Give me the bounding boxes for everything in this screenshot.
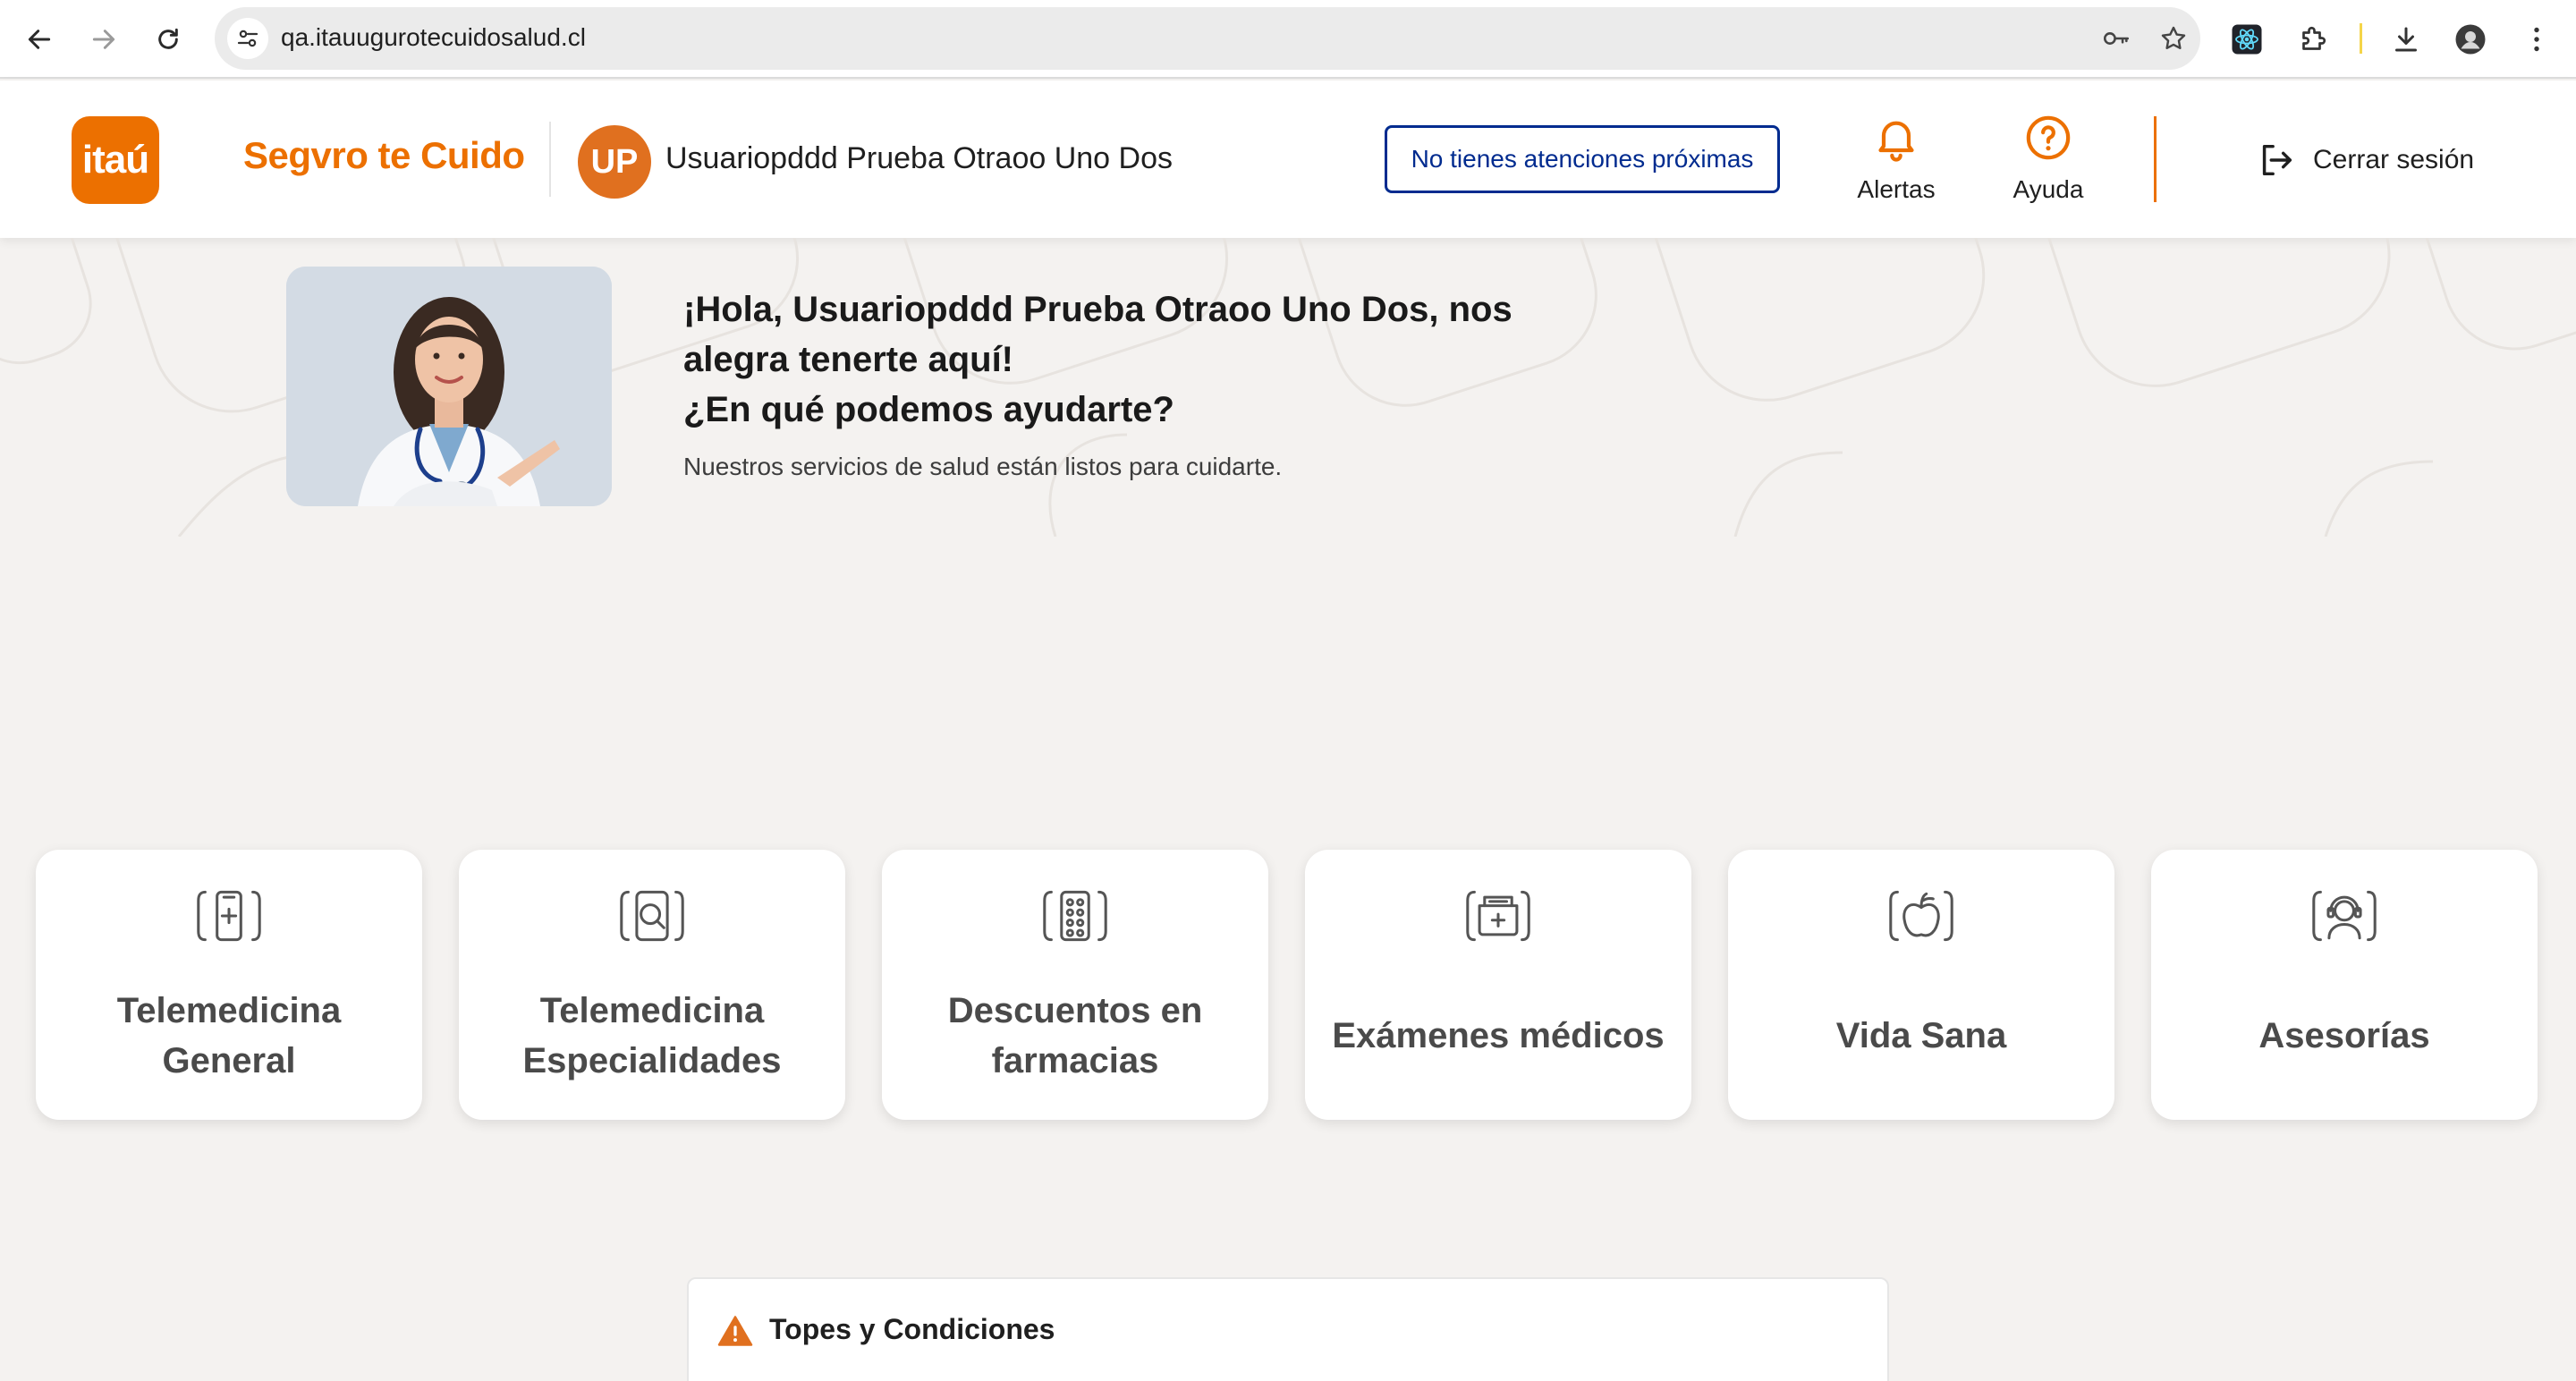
browser-menu-button[interactable]: [2515, 18, 2558, 61]
reload-button[interactable]: [143, 14, 193, 64]
service-label: Telemedicina General: [116, 991, 342, 1080]
service-card-descuentos-farmacias[interactable]: Descuentos en farmacias: [882, 850, 1268, 1120]
download-icon: [2395, 27, 2417, 52]
magnifier-medical-icon: [620, 890, 684, 942]
headset-advisor-icon: [2312, 890, 2377, 942]
profile-button[interactable]: [2449, 18, 2492, 61]
logout-icon: [2262, 144, 2292, 176]
hero-title-line: alegra tenerte aquí!: [683, 340, 1014, 379]
service-label: Asesorías: [2258, 1016, 2430, 1055]
bookmark-button[interactable]: [2156, 21, 2191, 56]
topes-title: Topes y Condiciones: [769, 1313, 1055, 1345]
service-label: Descuentos en farmacias: [947, 991, 1203, 1080]
back-arrow-icon: [28, 30, 51, 49]
service-card-examenes-medicos[interactable]: Exámenes médicos: [1305, 850, 1691, 1120]
doctor-image: [286, 267, 612, 506]
toolbar-separator: [2360, 23, 2362, 54]
appointments-button[interactable]: No tienes atenciones próximas: [1385, 125, 1780, 193]
apple-icon: [1889, 890, 1953, 942]
topes-condiciones-panel[interactable]: Topes y Condiciones: [687, 1277, 1889, 1381]
hero-title-line: ¿En qué podemos ayudarte?: [683, 390, 1174, 429]
itau-logo[interactable]: itaú: [72, 116, 159, 204]
logout-label: Cerrar sesión: [2313, 145, 2475, 174]
extensions-puzzle-icon: [2302, 26, 2326, 50]
react-devtools-button[interactable]: [2225, 18, 2268, 61]
header-orange-divider: [2154, 116, 2157, 202]
downloads-button[interactable]: [2385, 18, 2428, 61]
password-key-button[interactable]: [2098, 21, 2134, 56]
url-text[interactable]: qa.itauugurotecuidosalud.cl: [281, 23, 586, 52]
pills-icon: [1043, 890, 1107, 942]
help-label: Ayuda: [2012, 175, 2084, 203]
alerts-button[interactable]: Alertas: [1834, 113, 1959, 220]
service-label: Telemedicina Especialidades: [522, 991, 782, 1080]
hero-title-line: ¡Hola, Usuariopddd Prueba Otraoo Uno Dos…: [683, 290, 1513, 329]
avatar[interactable]: UP: [578, 125, 651, 199]
service-card-asesorias[interactable]: Asesorías: [2151, 850, 2538, 1120]
help-button[interactable]: Ayuda: [1986, 113, 2111, 220]
more-vertical-icon: [2534, 27, 2539, 52]
site-info-button[interactable]: [227, 18, 268, 59]
bell-icon: [1878, 121, 1914, 162]
service-card-vida-sana[interactable]: Vida Sana: [1728, 850, 2114, 1120]
help-circle-icon: [2026, 115, 2071, 160]
extensions-button[interactable]: [2292, 18, 2334, 61]
service-card-telemedicina-general[interactable]: Telemedicina General: [36, 850, 422, 1120]
forward-arrow-icon: [92, 30, 115, 49]
doctor-illustration: [286, 267, 612, 506]
address-bar[interactable]: qa.itauugurotecuidosalud.cl: [215, 7, 2200, 70]
star-icon: [2161, 26, 2186, 49]
phone-medical-icon: [197, 890, 261, 942]
alerts-label: Alertas: [1857, 175, 1936, 203]
browser-toolbar: qa.itauugurotecuidosalud.cl: [0, 0, 2576, 79]
back-button[interactable]: [14, 14, 64, 64]
react-devtools-icon: [2232, 24, 2262, 55]
service-label: Vida Sana: [1835, 1016, 2007, 1055]
reload-icon: [158, 28, 178, 49]
site-header: itaú Segvro te Cuido UP Usuariopddd Prue…: [0, 80, 2576, 238]
profile-icon: [2455, 24, 2486, 55]
warning-icon: [717, 1316, 753, 1346]
hero-greeting: ¡Hola, Usuariopddd Prueba Otraoo Uno Dos…: [683, 284, 1578, 435]
medical-folder-icon: [1466, 890, 1530, 942]
service-label: Exámenes médicos: [1332, 1016, 1665, 1055]
key-icon: [2103, 32, 2130, 45]
logout-button[interactable]: Cerrar sesión: [2256, 140, 2474, 181]
hero-subtitle: Nuestros servicios de salud están listos…: [683, 453, 1283, 480]
service-card-telemedicina-especialidades[interactable]: Telemedicina Especialidades: [459, 850, 845, 1120]
brand-logo[interactable]: Segvro te Cuido: [243, 134, 525, 177]
user-name: Usuariopddd Prueba Otraoo Uno Dos: [665, 141, 1173, 175]
forward-button[interactable]: [79, 14, 129, 64]
header-divider: [549, 122, 551, 197]
tune-icon: [237, 30, 258, 47]
